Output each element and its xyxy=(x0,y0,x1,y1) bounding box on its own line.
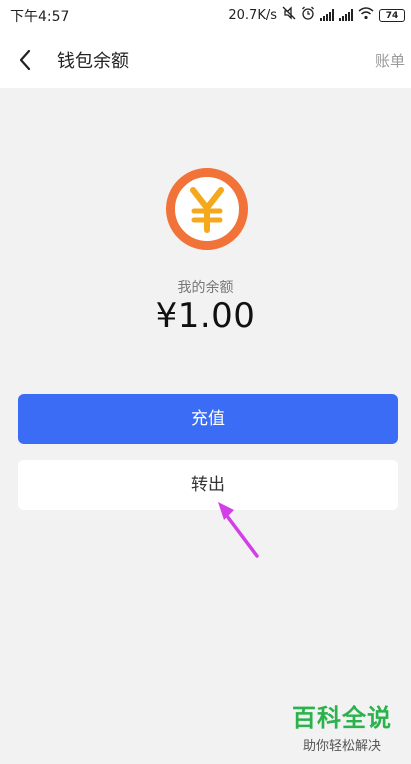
balance-label: 我的余额 xyxy=(177,280,234,296)
balance-amount: ¥1.00 xyxy=(155,296,256,336)
signal-icon-2 xyxy=(339,9,353,21)
recharge-button[interactable]: 充值 xyxy=(18,394,398,444)
wifi-icon xyxy=(358,6,374,24)
withdraw-button[interactable]: 转出 xyxy=(18,460,398,510)
network-speed: 20.7K/s xyxy=(228,7,277,23)
signal-icon xyxy=(320,9,334,21)
page-title: 钱包余额 xyxy=(57,51,129,72)
status-time: 下午4:57 xyxy=(10,9,70,25)
watermark-logo: 百科全说 助你轻松解决 xyxy=(282,698,402,758)
battery-icon: 74 xyxy=(379,8,405,22)
mute-icon xyxy=(282,6,296,24)
status-bar: 下午4:57 20.7K/s 74 xyxy=(0,0,411,32)
annotation-arrow-icon xyxy=(210,498,262,564)
bill-link[interactable]: 账单 xyxy=(375,50,405,71)
watermark-title: 百科全说 xyxy=(292,704,392,732)
watermark-subtitle: 助你轻松解决 xyxy=(302,739,381,754)
alarm-icon xyxy=(301,6,315,24)
top-nav-bar: 钱包余额 账单 xyxy=(0,32,411,88)
status-icons: 20.7K/s 74 xyxy=(228,6,405,24)
back-arrow-icon[interactable] xyxy=(14,46,38,74)
yuan-coin-icon xyxy=(166,168,248,250)
